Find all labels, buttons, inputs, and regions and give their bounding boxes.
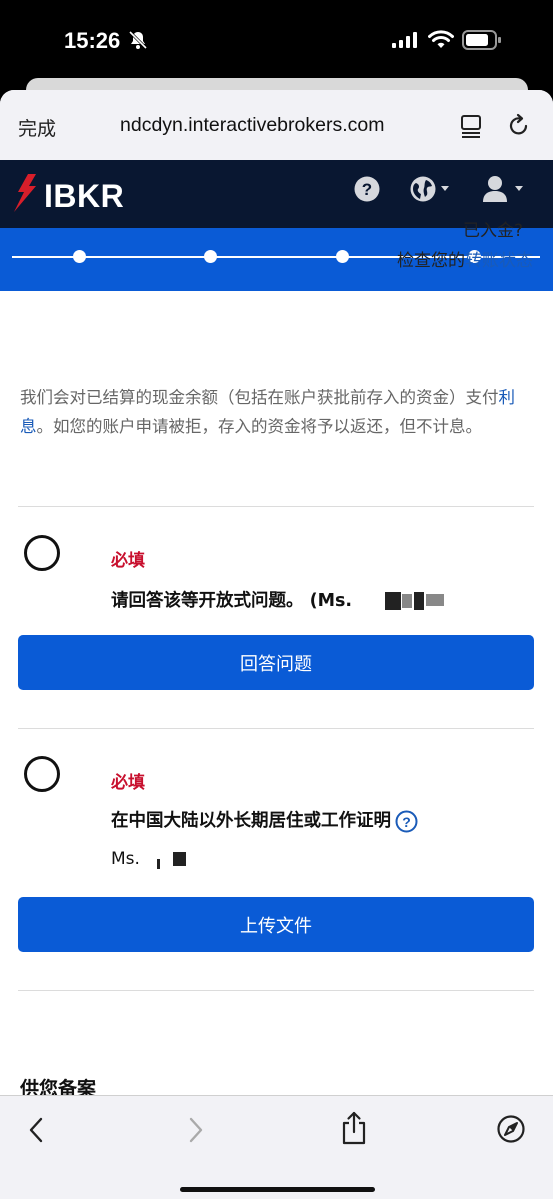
share-icon[interactable] <box>340 1111 368 1145</box>
divider <box>18 506 534 507</box>
battery-icon <box>462 30 501 50</box>
redacted-name <box>426 594 444 606</box>
progress-step-dot <box>336 250 349 263</box>
progress-step-dot <box>73 250 86 263</box>
reload-icon[interactable] <box>508 113 530 137</box>
applicant-name: Ms. <box>111 849 140 869</box>
answer-questions-button[interactable]: 回答问题 <box>18 635 534 690</box>
upload-file-button[interactable]: 上传文件 <box>18 897 534 952</box>
redacted-name <box>385 592 401 610</box>
task-title: 在中国大陆以外长期居住或工作证明 <box>111 811 391 831</box>
ibkr-logo-icon[interactable] <box>12 172 40 216</box>
check-status-prefix: 检查您的 <box>397 251 465 271</box>
check-transfer-status: 检查您的转账状态 <box>397 246 533 271</box>
redacted-name <box>157 859 160 869</box>
required-label: 必填 <box>111 773 145 793</box>
svg-text:?: ? <box>362 180 372 199</box>
interest-note: 我们会对已结算的现金余额（包括在账户获批前存入的资金）支付利息。如您的账户申请被… <box>20 383 532 441</box>
status-bar: 15:26 <box>0 0 553 78</box>
browser-toolbar <box>0 1095 553 1199</box>
help-icon[interactable]: ? <box>354 176 380 202</box>
interest-note-text-2: 。如您的账户申请被拒，存入的资金将予以返还，但不计息。 <box>36 417 483 436</box>
svg-text:?: ? <box>402 814 411 830</box>
progress-step-dot <box>204 250 217 263</box>
transfer-status-link[interactable]: 转账状态 <box>465 251 533 271</box>
redacted-name <box>414 592 424 610</box>
globe-icon[interactable] <box>409 175 453 203</box>
compass-icon[interactable] <box>496 1114 526 1144</box>
url-bar: 完成 ndcdyn.interactivebrokers.com <box>0 90 553 160</box>
bell-off-icon <box>128 30 148 50</box>
question-help-icon[interactable]: ? <box>395 810 418 833</box>
task-status-radio[interactable] <box>24 756 60 792</box>
back-icon[interactable] <box>26 1116 46 1144</box>
forward-icon[interactable] <box>186 1116 206 1144</box>
task-title: 请回答该等开放式问题。 (Ms. <box>111 591 353 611</box>
reader-mode-icon[interactable] <box>460 114 482 138</box>
home-indicator <box>180 1187 375 1192</box>
redacted-name <box>176 852 186 866</box>
brand-logo-text[interactable]: IBKR <box>44 178 124 215</box>
task-title-row: 在中国大陆以外长期居住或工作证明? <box>111 807 418 833</box>
cellular-signal-icon <box>392 32 417 48</box>
task-status-radio[interactable] <box>24 535 60 571</box>
redacted-name <box>402 594 412 608</box>
interest-note-text: 我们会对已结算的现金余额（包括在账户获批前存入的资金）支付 <box>20 388 499 407</box>
divider <box>18 728 534 729</box>
status-time: 15:26 <box>64 28 121 53</box>
required-label: 必填 <box>111 551 145 571</box>
deposited-question: 已入金? <box>462 221 523 241</box>
wifi-icon <box>428 30 454 48</box>
url-display[interactable]: ndcdyn.interactivebrokers.com <box>120 114 384 137</box>
user-icon[interactable] <box>481 174 529 204</box>
divider <box>18 990 534 991</box>
done-button[interactable]: 完成 <box>18 114 56 141</box>
